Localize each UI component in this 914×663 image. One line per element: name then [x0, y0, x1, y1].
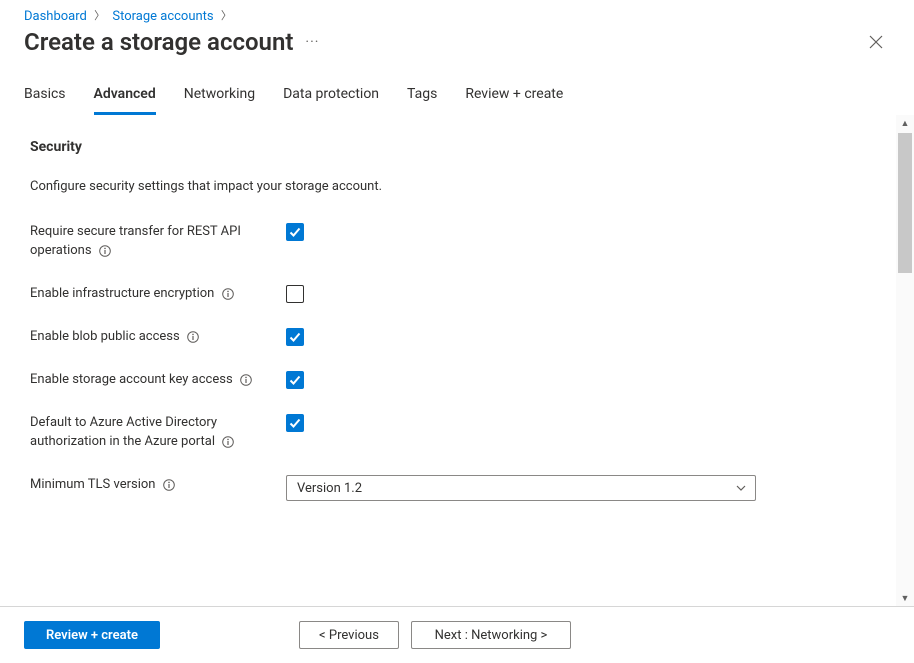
chevron-down-icon — [735, 482, 747, 494]
more-actions-icon[interactable]: ··· — [305, 34, 319, 50]
label-min-tls: Minimum TLS version — [30, 477, 155, 492]
tab-basics[interactable]: Basics — [24, 80, 66, 115]
review-create-button[interactable]: Review + create — [24, 621, 160, 649]
tab-networking[interactable]: Networking — [184, 80, 255, 115]
section-heading-security: Security — [30, 139, 872, 155]
check-icon — [288, 373, 302, 387]
close-icon — [868, 34, 884, 50]
tab-data-protection[interactable]: Data protection — [283, 80, 379, 115]
breadcrumb-link-storage-accounts[interactable]: Storage accounts — [112, 9, 213, 24]
info-icon[interactable] — [163, 479, 175, 491]
close-button[interactable] — [862, 28, 890, 56]
next-button[interactable]: Next : Networking > — [411, 621, 571, 649]
label-key-access: Enable storage account key access — [30, 372, 233, 387]
select-value: Version 1.2 — [297, 481, 362, 496]
info-icon[interactable] — [240, 374, 252, 386]
checkbox-blob-public[interactable] — [286, 328, 304, 346]
checkbox-aad-default[interactable] — [286, 414, 304, 432]
tabs: Basics Advanced Networking Data protecti… — [0, 62, 914, 115]
check-icon — [288, 330, 302, 344]
label-aad-default: Default to Azure Active Directory author… — [30, 415, 217, 449]
info-icon[interactable] — [99, 245, 111, 257]
breadcrumb-link-dashboard[interactable]: Dashboard — [24, 9, 87, 24]
checkbox-secure-transfer[interactable] — [286, 223, 304, 241]
check-icon — [288, 416, 302, 430]
info-icon[interactable] — [187, 331, 199, 343]
check-icon — [288, 225, 302, 239]
tab-advanced[interactable]: Advanced — [94, 80, 156, 115]
label-secure-transfer: Require secure transfer for REST API ope… — [30, 224, 241, 258]
tab-tags[interactable]: Tags — [407, 80, 437, 115]
previous-button[interactable]: < Previous — [299, 621, 399, 649]
label-infra-encryption: Enable infrastructure encryption — [30, 286, 214, 301]
breadcrumb: Dashboard 〉 Storage accounts 〉 — [0, 0, 914, 28]
checkbox-infra-encryption[interactable] — [286, 285, 304, 303]
scroll-down-arrow-icon[interactable]: ▼ — [896, 590, 914, 606]
scroll-up-arrow-icon[interactable]: ▲ — [896, 115, 914, 131]
chevron-right-icon: 〉 — [90, 9, 109, 22]
chevron-right-icon: 〉 — [217, 9, 236, 22]
section-description: Configure security settings that impact … — [30, 179, 872, 194]
scroll-thumb[interactable] — [898, 133, 912, 273]
scrollbar[interactable]: ▲ ▼ — [896, 115, 914, 606]
checkbox-key-access[interactable] — [286, 371, 304, 389]
info-icon[interactable] — [222, 436, 234, 448]
label-blob-public: Enable blob public access — [30, 329, 180, 344]
wizard-footer: Review + create < Previous Next : Networ… — [0, 607, 914, 663]
page-title: Create a storage account — [24, 28, 293, 56]
select-min-tls[interactable]: Version 1.2 — [286, 475, 756, 501]
tab-review-create[interactable]: Review + create — [465, 80, 563, 115]
info-icon[interactable] — [222, 288, 234, 300]
